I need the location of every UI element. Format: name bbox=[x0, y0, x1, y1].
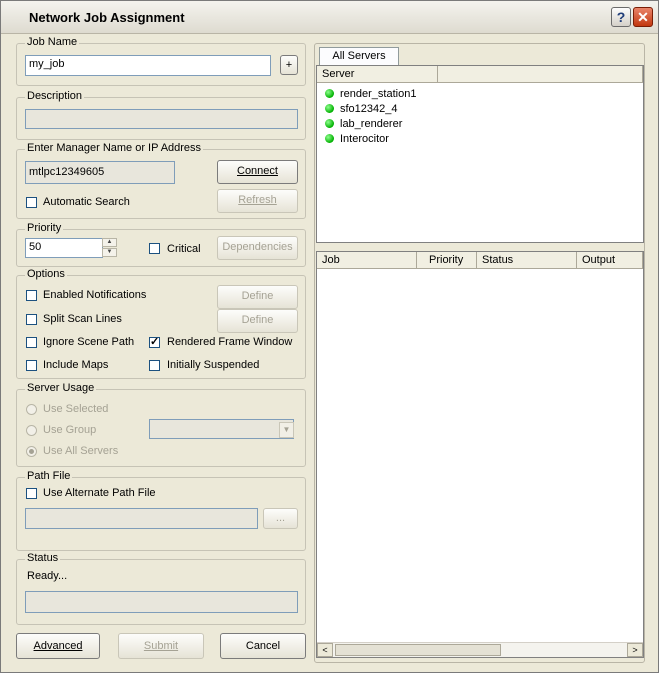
output-column-header[interactable]: Output bbox=[577, 252, 643, 269]
tab-all-servers[interactable]: All Servers bbox=[319, 47, 399, 66]
include-maps-checkbox[interactable] bbox=[26, 360, 37, 371]
check-mark-icon: ✓ bbox=[150, 336, 160, 348]
server-name: render_station1 bbox=[340, 88, 417, 100]
server-row[interactable]: lab_renderer bbox=[325, 118, 402, 133]
use-alternate-path-label: Use Alternate Path File bbox=[43, 487, 156, 499]
status-led-icon bbox=[325, 104, 334, 113]
scrollbar-thumb[interactable] bbox=[335, 644, 501, 656]
job-name-input[interactable]: my_job bbox=[25, 55, 271, 76]
connect-button[interactable]: Connect bbox=[217, 160, 298, 184]
scroll-left-icon[interactable]: < bbox=[317, 643, 333, 657]
ignore-scene-path-checkbox[interactable] bbox=[26, 337, 37, 348]
job-column-header[interactable]: Job bbox=[317, 252, 417, 269]
initially-suspended-checkbox[interactable] bbox=[149, 360, 160, 371]
automatic-search-checkbox[interactable] bbox=[26, 197, 37, 208]
chevron-down-icon[interactable]: ▼ bbox=[279, 422, 294, 438]
define-notifications-button[interactable]: Define bbox=[217, 285, 298, 309]
server-column-header[interactable]: Server bbox=[317, 66, 438, 83]
cancel-button[interactable]: Cancel bbox=[220, 633, 306, 659]
refresh-button[interactable]: Refresh bbox=[217, 189, 298, 213]
server-group-select[interactable] bbox=[149, 419, 294, 439]
use-group-label: Use Group bbox=[43, 424, 97, 436]
automatic-search-label: Automatic Search bbox=[43, 196, 130, 208]
job-list: Job Priority Status Output < > bbox=[316, 251, 644, 658]
server-row[interactable]: sfo12342_4 bbox=[325, 103, 398, 118]
server-name: lab_renderer bbox=[340, 118, 403, 130]
submit-label: Submit bbox=[143, 640, 179, 652]
use-all-servers-label: Use All Servers bbox=[43, 445, 119, 457]
scroll-right-icon[interactable]: > bbox=[627, 643, 643, 657]
status-column-header[interactable]: Status bbox=[477, 252, 577, 269]
enabled-notifications-checkbox[interactable] bbox=[26, 290, 37, 301]
use-selected-radio[interactable] bbox=[26, 404, 37, 415]
use-all-servers-radio[interactable] bbox=[26, 446, 37, 457]
split-scan-lines-checkbox[interactable] bbox=[26, 314, 37, 325]
priority-column-header[interactable]: Priority bbox=[417, 252, 477, 269]
dependencies-button[interactable]: Dependencies bbox=[217, 236, 298, 260]
server-row[interactable]: render_station1 bbox=[325, 88, 416, 103]
rendered-frame-window-checkbox[interactable]: ✓ bbox=[149, 336, 160, 348]
include-maps-label: Include Maps bbox=[43, 359, 109, 371]
priority-legend: Priority bbox=[25, 222, 64, 234]
options-legend: Options bbox=[25, 268, 67, 280]
help-icon[interactable]: ? bbox=[611, 7, 631, 27]
description-input[interactable] bbox=[25, 109, 298, 129]
advanced-label: Advanced bbox=[33, 640, 83, 652]
initially-suspended-label: Initially Suspended bbox=[167, 359, 260, 371]
enabled-notifications-label: Enabled Notifications bbox=[43, 289, 147, 301]
server-row[interactable]: Interocitor bbox=[325, 133, 389, 148]
server-usage-legend: Server Usage bbox=[25, 382, 97, 394]
status-legend: Status bbox=[25, 552, 61, 564]
server-list: Server render_station1 sfo12342_4 lab_re… bbox=[316, 65, 644, 243]
title-bar: Network Job Assignment ? ✕ bbox=[1, 1, 658, 34]
manager-address-input[interactable]: mtlpc12349605 bbox=[25, 161, 175, 184]
ignore-scene-path-label: Ignore Scene Path bbox=[43, 336, 135, 348]
use-alternate-path-checkbox[interactable] bbox=[26, 488, 37, 499]
horizontal-scrollbar[interactable]: < > bbox=[317, 642, 643, 657]
rendered-frame-window-label: Rendered Frame Window bbox=[167, 336, 293, 348]
server-extra-column-header[interactable] bbox=[438, 66, 643, 83]
use-selected-label: Use Selected bbox=[43, 403, 109, 415]
path-file-input[interactable] bbox=[25, 508, 258, 529]
split-scan-lines-label: Split Scan Lines bbox=[43, 313, 122, 325]
radio-dot-icon bbox=[29, 449, 34, 454]
add-job-name-button[interactable]: + bbox=[280, 55, 298, 75]
spin-up-icon[interactable]: ▲ bbox=[102, 238, 117, 247]
window-title: Network Job Assignment bbox=[29, 10, 185, 25]
use-group-radio[interactable] bbox=[26, 425, 37, 436]
define-scan-lines-button[interactable]: Define bbox=[217, 309, 298, 333]
path-file-legend: Path File bbox=[25, 470, 73, 482]
status-progress-bar bbox=[25, 591, 298, 613]
priority-input[interactable]: 50 bbox=[25, 238, 103, 258]
refresh-label: Refresh bbox=[238, 194, 277, 206]
server-name: sfo12342_4 bbox=[340, 103, 398, 115]
critical-checkbox[interactable] bbox=[149, 243, 160, 254]
spin-down-icon[interactable]: ▼ bbox=[102, 248, 117, 257]
network-job-assignment-window: Network Job Assignment ? ✕ Job Name my_j… bbox=[0, 0, 659, 673]
manager-legend: Enter Manager Name or IP Address bbox=[25, 142, 204, 154]
status-text: Ready... bbox=[27, 570, 68, 582]
status-led-icon bbox=[325, 89, 334, 98]
job-name-legend: Job Name bbox=[25, 36, 80, 48]
server-name: Interocitor bbox=[340, 133, 389, 145]
browse-path-button[interactable]: ... bbox=[263, 508, 298, 529]
advanced-button[interactable]: Advanced bbox=[16, 633, 100, 659]
submit-button[interactable]: Submit bbox=[118, 633, 204, 659]
status-led-icon bbox=[325, 134, 334, 143]
status-led-icon bbox=[325, 119, 334, 128]
critical-label: Critical bbox=[167, 243, 201, 255]
connect-label: Connect bbox=[237, 165, 278, 177]
description-legend: Description bbox=[25, 90, 85, 102]
close-icon[interactable]: ✕ bbox=[633, 7, 653, 27]
